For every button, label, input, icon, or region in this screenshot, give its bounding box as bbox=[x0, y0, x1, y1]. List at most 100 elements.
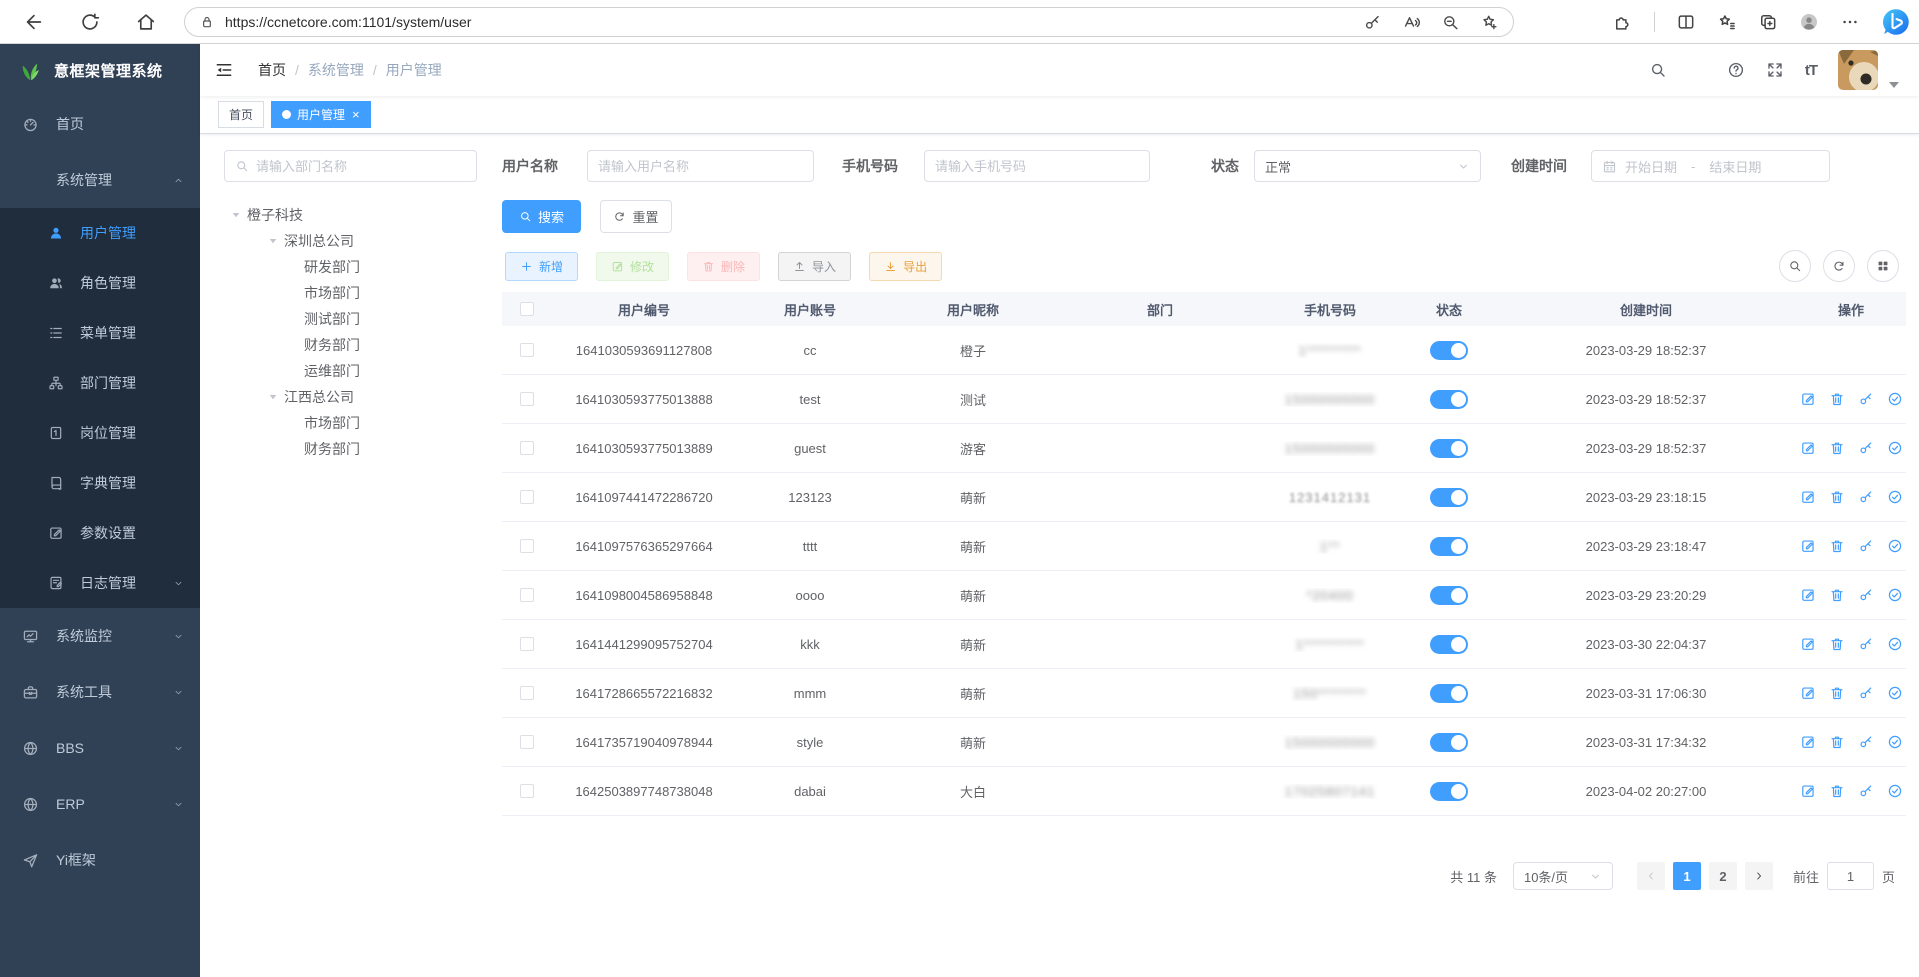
assign-role-icon[interactable] bbox=[1887, 783, 1903, 799]
edit-row-icon[interactable] bbox=[1800, 538, 1816, 554]
reset-button[interactable]: 重置 bbox=[600, 200, 672, 233]
url-text[interactable]: https://ccnetcore.com:1101/system/user bbox=[225, 14, 1363, 30]
sidebar-item-Yi框架[interactable]: Yi框架 bbox=[0, 832, 200, 888]
reset-password-icon[interactable] bbox=[1858, 636, 1874, 652]
created-date-range[interactable]: 开始日期 - 结束日期 bbox=[1591, 150, 1830, 182]
sidebar-item-日志管理[interactable]: 日志管理 bbox=[0, 558, 200, 608]
reset-password-icon[interactable] bbox=[1858, 783, 1874, 799]
sidebar-item-首页[interactable]: 首页 bbox=[0, 96, 200, 152]
edit-row-icon[interactable] bbox=[1800, 489, 1816, 505]
delete-row-icon[interactable] bbox=[1829, 636, 1845, 652]
font-size-button[interactable]: tT bbox=[1805, 62, 1817, 79]
assign-role-icon[interactable] bbox=[1887, 685, 1903, 701]
end-date-placeholder[interactable]: 结束日期 bbox=[1709, 157, 1761, 176]
reset-password-icon[interactable] bbox=[1858, 734, 1874, 750]
user-avatar[interactable] bbox=[1838, 50, 1878, 90]
row-checkbox[interactable] bbox=[520, 539, 534, 553]
sidebar-item-系统工具[interactable]: 系统工具 bbox=[0, 664, 200, 720]
assign-role-icon[interactable] bbox=[1887, 587, 1903, 603]
breadcrumb-item[interactable]: 首页 bbox=[258, 60, 286, 80]
tree-node-研发部门[interactable]: 研发部门 bbox=[224, 254, 477, 280]
row-checkbox[interactable] bbox=[520, 392, 534, 406]
sidebar-item-系统监控[interactable]: 系统监控 bbox=[0, 608, 200, 664]
user-name-input[interactable] bbox=[598, 159, 803, 174]
row-checkbox[interactable] bbox=[520, 343, 534, 357]
tree-node-江西总公司[interactable]: 江西总公司 bbox=[224, 384, 477, 410]
status-toggle[interactable] bbox=[1430, 586, 1468, 605]
start-date-placeholder[interactable]: 开始日期 bbox=[1625, 157, 1677, 176]
edit-row-icon[interactable] bbox=[1800, 685, 1816, 701]
bing-chat-icon[interactable] bbox=[1881, 7, 1911, 37]
delete-row-icon[interactable] bbox=[1829, 783, 1845, 799]
status-toggle[interactable] bbox=[1430, 635, 1468, 654]
browser-back-icon[interactable] bbox=[23, 11, 45, 33]
tab-用户管理[interactable]: 用户管理× bbox=[271, 101, 371, 128]
delete-row-icon[interactable] bbox=[1829, 489, 1845, 505]
reset-password-icon[interactable] bbox=[1858, 587, 1874, 603]
status-toggle[interactable] bbox=[1430, 488, 1468, 507]
address-bar[interactable]: https://ccnetcore.com:1101/system/user bbox=[184, 7, 1514, 37]
zoom-out-icon[interactable] bbox=[1441, 13, 1460, 32]
page-button-2[interactable]: 2 bbox=[1709, 862, 1737, 890]
sidebar-item-用户管理[interactable]: 用户管理 bbox=[0, 208, 200, 258]
sidebar-collapse-icon[interactable] bbox=[214, 60, 234, 80]
status-toggle[interactable] bbox=[1430, 733, 1468, 752]
row-checkbox[interactable] bbox=[520, 637, 534, 651]
favorites-icon[interactable] bbox=[1717, 12, 1737, 32]
close-tab-icon[interactable]: × bbox=[352, 108, 360, 121]
delete-row-icon[interactable] bbox=[1829, 538, 1845, 554]
assign-role-icon[interactable] bbox=[1887, 440, 1903, 456]
browser-home-icon[interactable] bbox=[135, 11, 157, 33]
sidebar-item-角色管理[interactable]: 角色管理 bbox=[0, 258, 200, 308]
tree-node-市场部门[interactable]: 市场部门 bbox=[224, 280, 477, 306]
edit-row-icon[interactable] bbox=[1800, 783, 1816, 799]
row-checkbox[interactable] bbox=[520, 735, 534, 749]
assign-role-icon[interactable] bbox=[1887, 734, 1903, 750]
reset-password-icon[interactable] bbox=[1858, 391, 1874, 407]
reset-password-icon[interactable] bbox=[1858, 440, 1874, 456]
import-button[interactable]: 导入 bbox=[778, 252, 851, 281]
help-icon[interactable] bbox=[1727, 61, 1745, 79]
delete-row-icon[interactable] bbox=[1829, 391, 1845, 407]
browser-reload-icon[interactable] bbox=[79, 11, 101, 33]
delete-row-icon[interactable] bbox=[1829, 734, 1845, 750]
edit-row-icon[interactable] bbox=[1800, 636, 1816, 652]
browser-more-icon[interactable] bbox=[1840, 12, 1860, 32]
tree-node-测试部门[interactable]: 测试部门 bbox=[224, 306, 477, 332]
sidebar-item-菜单管理[interactable]: 菜单管理 bbox=[0, 308, 200, 358]
hide-search-button[interactable] bbox=[1779, 250, 1811, 282]
lock-icon[interactable] bbox=[199, 14, 215, 30]
assign-role-icon[interactable] bbox=[1887, 636, 1903, 652]
status-toggle[interactable] bbox=[1430, 782, 1468, 801]
browser-profile-icon[interactable] bbox=[1799, 12, 1819, 32]
assign-role-icon[interactable] bbox=[1887, 489, 1903, 505]
sidebar-item-岗位管理[interactable]: 岗位管理 bbox=[0, 408, 200, 458]
read-aloud-icon[interactable] bbox=[1402, 13, 1421, 32]
tree-node-深圳总公司[interactable]: 深圳总公司 bbox=[224, 228, 477, 254]
status-toggle[interactable] bbox=[1430, 439, 1468, 458]
tree-node-市场部门[interactable]: 市场部门 bbox=[224, 410, 477, 436]
column-visibility-button[interactable] bbox=[1867, 250, 1899, 282]
github-icon[interactable] bbox=[1688, 61, 1706, 79]
status-toggle[interactable] bbox=[1430, 537, 1468, 556]
delete-button[interactable]: 删除 bbox=[687, 252, 760, 281]
next-page-button[interactable] bbox=[1745, 862, 1773, 890]
sidebar-item-字典管理[interactable]: 字典管理 bbox=[0, 458, 200, 508]
password-key-icon[interactable] bbox=[1363, 13, 1382, 32]
edit-row-icon[interactable] bbox=[1800, 734, 1816, 750]
previous-page-button[interactable] bbox=[1637, 862, 1665, 890]
status-toggle[interactable] bbox=[1430, 390, 1468, 409]
sidebar-item-BBS[interactable]: BBS bbox=[0, 720, 200, 776]
refresh-table-button[interactable] bbox=[1823, 250, 1855, 282]
delete-row-icon[interactable] bbox=[1829, 440, 1845, 456]
row-checkbox[interactable] bbox=[520, 441, 534, 455]
row-checkbox[interactable] bbox=[520, 784, 534, 798]
reset-password-icon[interactable] bbox=[1858, 538, 1874, 554]
header-search-icon[interactable] bbox=[1649, 61, 1667, 79]
search-button[interactable]: 搜索 bbox=[502, 200, 581, 233]
edit-row-icon[interactable] bbox=[1800, 391, 1816, 407]
assign-role-icon[interactable] bbox=[1887, 538, 1903, 554]
status-select[interactable]: 正常 bbox=[1254, 150, 1481, 182]
tree-node-运维部门[interactable]: 运维部门 bbox=[224, 358, 477, 384]
row-checkbox[interactable] bbox=[520, 686, 534, 700]
